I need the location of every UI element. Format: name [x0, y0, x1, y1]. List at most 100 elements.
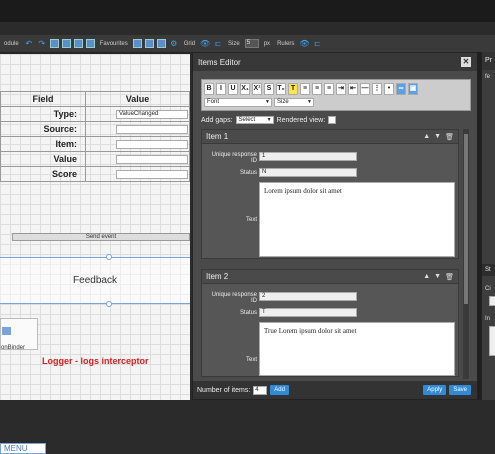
status-row: Status T [202, 308, 460, 318]
table-row: Item: [0, 136, 190, 152]
favourite-1-icon[interactable] [132, 39, 142, 48]
paste-icon[interactable] [61, 39, 71, 48]
feedback-component[interactable]: Feedback [0, 257, 190, 304]
size-label: Size [228, 40, 240, 47]
outdent-icon[interactable]: ⇤ [348, 83, 358, 95]
superscript-button[interactable]: X¹ [252, 83, 262, 95]
binder-label: onBinder [1, 345, 26, 351]
group-icon[interactable] [73, 39, 83, 48]
apply-button[interactable]: Apply [423, 385, 447, 395]
indent-icon[interactable]: ⇥ [336, 83, 346, 95]
redo-icon[interactable]: ↷ [37, 39, 47, 48]
dialog-title: Items Editor [198, 57, 241, 67]
copy-icon[interactable] [49, 39, 59, 48]
field-score-value[interactable] [116, 169, 188, 179]
rendered-view-checkbox[interactable] [328, 116, 337, 124]
move-down-icon[interactable]: ▼ [434, 133, 441, 141]
favourite-2-icon[interactable] [144, 39, 154, 48]
clear-format-button[interactable]: T₀ [276, 83, 286, 95]
move-up-icon[interactable]: ▲ [423, 273, 430, 281]
status-input[interactable]: N [259, 168, 357, 177]
text-editor[interactable]: True Lorem ipsum dolor sit amet [259, 322, 455, 376]
move-up-icon[interactable]: ▲ [423, 133, 430, 141]
trash-icon[interactable]: 🗑 [445, 273, 454, 281]
bold-button[interactable]: B [204, 83, 214, 95]
grid-visible-icon[interactable]: 👁 [200, 39, 210, 48]
design-canvas[interactable]: Field Value Type: ValueChanged Source: I… [0, 54, 190, 454]
menu-button[interactable]: MENU [0, 443, 46, 454]
rich-text-toolbar: B I U X₁ X¹ S T₀ T ≡ ≡ ≡ ⇥ ⇤ — ⋮ • ∞ ▣ F… [201, 79, 471, 111]
ungroup-icon[interactable] [85, 39, 95, 48]
grid-size-input[interactable]: 5 [244, 39, 259, 48]
text-label: Text [246, 217, 258, 223]
table-row: Source: [0, 121, 190, 137]
response-id-row: Unique response ID 2 [202, 292, 460, 304]
scrollbar-thumb[interactable] [464, 134, 468, 304]
image-icon[interactable]: ▣ [408, 83, 418, 95]
dialog-titlebar: Items Editor ✕ [193, 53, 477, 71]
send-event-button[interactable]: Send event [12, 233, 190, 241]
response-id-input[interactable]: 1 [259, 152, 357, 161]
italic-button[interactable]: I [216, 83, 226, 95]
font-select[interactable]: Font [204, 98, 272, 107]
binder-component[interactable]: onBinder [0, 318, 38, 351]
rendered-view-label: Rendered view: [276, 116, 326, 124]
event-fields-table: Field Value Type: ValueChanged Source: I… [0, 91, 190, 182]
grid-snap-icon[interactable]: ⊏ [213, 39, 223, 48]
styles-section-header[interactable]: St [482, 264, 495, 276]
close-icon[interactable]: ✕ [461, 57, 471, 67]
ci-input[interactable] [489, 296, 495, 306]
align-center-icon[interactable]: ≡ [312, 83, 322, 95]
highlight-button[interactable]: T [288, 83, 298, 95]
align-left-icon[interactable]: ≡ [300, 83, 310, 95]
subscript-button[interactable]: X₁ [240, 83, 250, 95]
items-editor-dialog: Items Editor ✕ B I U X₁ X¹ S T₀ T ≡ ≡ ≡ … [192, 52, 478, 400]
field-type-label: Type: [0, 106, 86, 122]
underline-button[interactable]: U [228, 83, 238, 95]
resize-handle-bottom[interactable] [106, 301, 112, 307]
link-icon[interactable]: ∞ [396, 83, 406, 95]
field-type-value[interactable]: ValueChanged [116, 109, 188, 119]
num-items-input[interactable]: 4 [253, 385, 268, 395]
logger-label: Logger - logs interceptor [42, 356, 149, 366]
size-select[interactable]: Size [274, 98, 314, 107]
item-header: Item 1 ▲ ▼ 🗑 [202, 130, 458, 144]
field-source-value[interactable] [116, 124, 188, 134]
table-row: Type: ValueChanged [0, 106, 190, 122]
status-input[interactable]: T [259, 308, 357, 317]
add-gaps-select[interactable]: Select [235, 116, 274, 124]
ordered-list-icon[interactable]: ⋮ [372, 83, 382, 95]
rulers-snap-icon[interactable]: ⊏ [312, 39, 322, 48]
trash-icon[interactable]: 🗑 [445, 133, 454, 141]
properties-line: fe [485, 74, 491, 80]
field-value-value[interactable] [116, 154, 188, 164]
text-label: Text [246, 357, 258, 363]
field-score-label: Score [0, 166, 86, 182]
rulers-visible-icon[interactable]: 👁 [299, 39, 309, 48]
field-header: Field [0, 91, 86, 107]
field-item-value[interactable] [116, 139, 188, 149]
in-input[interactable] [489, 326, 495, 356]
dialog-footer: Number of items: 4 Add Apply Save [193, 381, 477, 399]
move-down-icon[interactable]: ▼ [434, 273, 441, 281]
gear-icon[interactable]: ⚙ [169, 39, 179, 48]
text-editor[interactable]: Lorem ipsum dolor sit amet [259, 182, 455, 257]
hr-icon[interactable]: — [360, 83, 370, 95]
field-item-label: Item: [0, 136, 86, 152]
item-title: Item 2 [206, 272, 229, 281]
status-row: Status N [202, 168, 460, 178]
undo-icon[interactable]: ↶ [24, 39, 34, 48]
add-button[interactable]: Add [270, 385, 289, 395]
items-scrollbar[interactable] [463, 129, 469, 379]
in-label: In [485, 316, 491, 322]
response-id-input[interactable]: 2 [259, 292, 357, 301]
item-header: Item 2 ▲ ▼ 🗑 [202, 270, 458, 284]
save-button[interactable]: Save [449, 385, 471, 395]
strike-button[interactable]: S [264, 83, 274, 95]
align-right-icon[interactable]: ≡ [324, 83, 334, 95]
bullet-list-icon[interactable]: • [384, 83, 394, 95]
favourite-3-icon[interactable] [156, 39, 166, 48]
item-card-2: Item 2 ▲ ▼ 🗑 Unique response ID 2 Status… [201, 269, 459, 377]
resize-handle-top[interactable] [106, 254, 112, 260]
gaps-row: Add gaps: Select Rendered view: [201, 116, 337, 124]
